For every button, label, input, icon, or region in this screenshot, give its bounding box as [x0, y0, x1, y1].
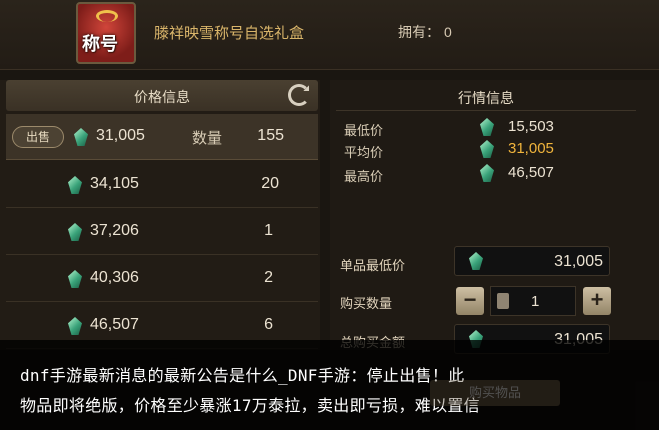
price-panel: 价格信息 出售 31,005 数量 155 34,105 20 37,206 1…	[0, 80, 320, 350]
gem-icon	[68, 176, 82, 194]
listing-row[interactable]: 40,306 2	[6, 256, 318, 302]
listing-qty: 1	[264, 222, 273, 239]
gem-icon	[68, 223, 82, 241]
listing-price: 46,507	[90, 316, 139, 333]
market-panel-title: 行情信息	[458, 90, 514, 106]
stat-value: 15,503	[508, 118, 554, 135]
buy-quantity-value: 1	[531, 293, 540, 310]
listing-price: 31,005	[96, 127, 145, 144]
stat-label: 最低价	[344, 123, 384, 138]
unit-min-price-value: 31,005	[554, 253, 603, 270]
increase-quantity-button[interactable]: +	[583, 287, 611, 315]
caption-line-1: dnf手游最新消息的最新公告是什么_DNF手游：停止出售！此	[20, 366, 465, 385]
gem-icon	[480, 118, 494, 136]
buy-item-button[interactable]: 购买物品	[430, 380, 560, 406]
caption-overlay: dnf手游最新消息的最新公告是什么_DNF手游：停止出售！此 物品即将绝版，价格…	[0, 340, 659, 430]
sell-button[interactable]: 出售	[12, 126, 64, 148]
listing-row[interactable]: 37,206 1	[6, 209, 318, 255]
item-name: 滕祥映雪称号自选礼盒	[154, 25, 305, 42]
gift-box-icon[interactable]: 称号	[76, 2, 136, 64]
decrease-quantity-button[interactable]: −	[456, 287, 484, 315]
stat-value: 31,005	[508, 140, 554, 157]
listing-qty: 20	[261, 175, 279, 192]
stat-label: 平均价	[344, 145, 384, 160]
stat-value: 46,507	[508, 164, 554, 181]
title-badge: 称号	[82, 34, 118, 54]
listing-row[interactable]: 34,105 20	[6, 162, 318, 208]
item-header: 称号 滕祥映雪称号自选礼盒 拥有： 0	[0, 0, 659, 70]
gem-icon	[480, 140, 494, 158]
listing-price: 37,206	[90, 222, 139, 239]
listing-price: 40,306	[90, 269, 139, 286]
listing-qty: 155	[257, 127, 284, 144]
owned-count: 拥有： 0	[398, 24, 452, 40]
market-panel-header: 行情信息	[336, 80, 636, 111]
listing-qty: 6	[264, 316, 273, 333]
listing-qty: 2	[264, 269, 273, 286]
calculator-icon[interactable]	[497, 293, 509, 309]
gem-icon	[74, 128, 88, 146]
buy-quantity-label: 购买数量	[340, 296, 393, 311]
price-panel-header: 价格信息	[6, 80, 318, 111]
gem-icon	[480, 164, 494, 182]
caption-line-2: 物品即将绝版，价格至少暴涨17万泰拉，卖出即亏损，难以置信	[20, 396, 480, 415]
quantity-label: 数量	[192, 130, 223, 147]
buy-quantity-input[interactable]: 1	[490, 286, 576, 316]
listing-row[interactable]: 出售 31,005 数量 155	[6, 114, 318, 160]
price-panel-title: 价格信息	[134, 89, 190, 105]
gem-icon	[68, 270, 82, 288]
gem-icon	[469, 252, 483, 270]
refresh-icon[interactable]	[288, 84, 310, 106]
stat-label: 最高价	[344, 169, 384, 184]
market-panel: 行情信息 最低价 15,503 平均价 31,005 最高价 46,507 单品…	[330, 80, 659, 354]
ribbon-bow	[96, 10, 118, 22]
unit-min-price-label: 单品最低价	[340, 258, 406, 273]
listing-price: 34,105	[90, 175, 139, 192]
unit-min-price-field: 31,005	[454, 246, 610, 276]
gem-icon	[68, 317, 82, 335]
